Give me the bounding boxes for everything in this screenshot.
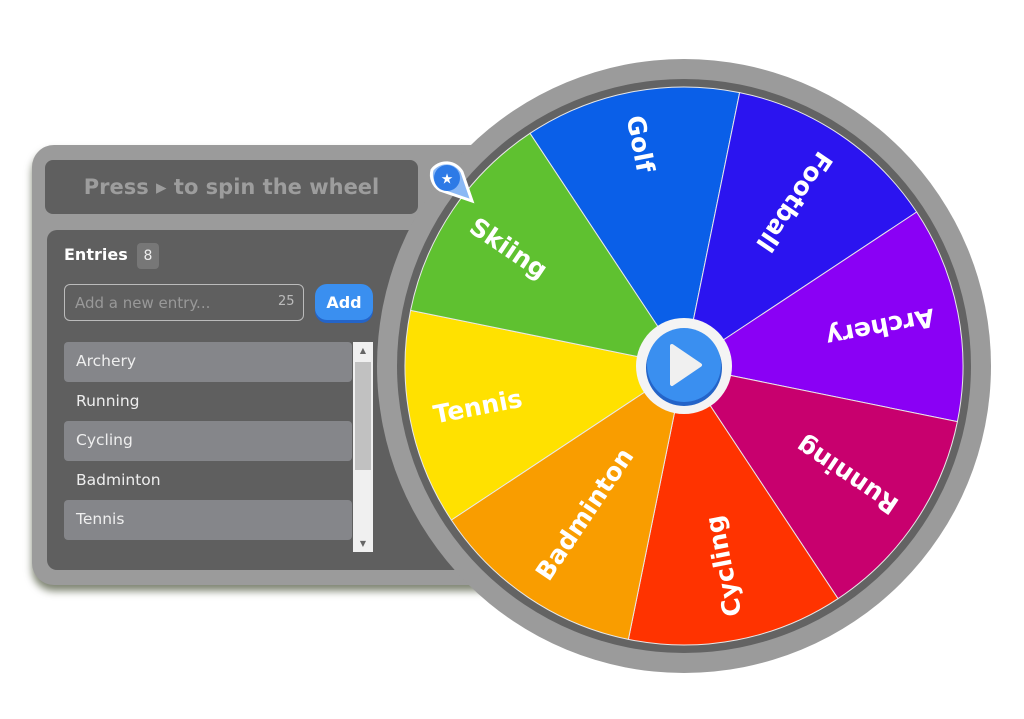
spin-button[interactable] <box>636 318 732 414</box>
wheel[interactable]: GolfFootballArcheryRunningCyclingBadmint… <box>0 0 1024 719</box>
star-icon: ★ <box>441 172 454 188</box>
